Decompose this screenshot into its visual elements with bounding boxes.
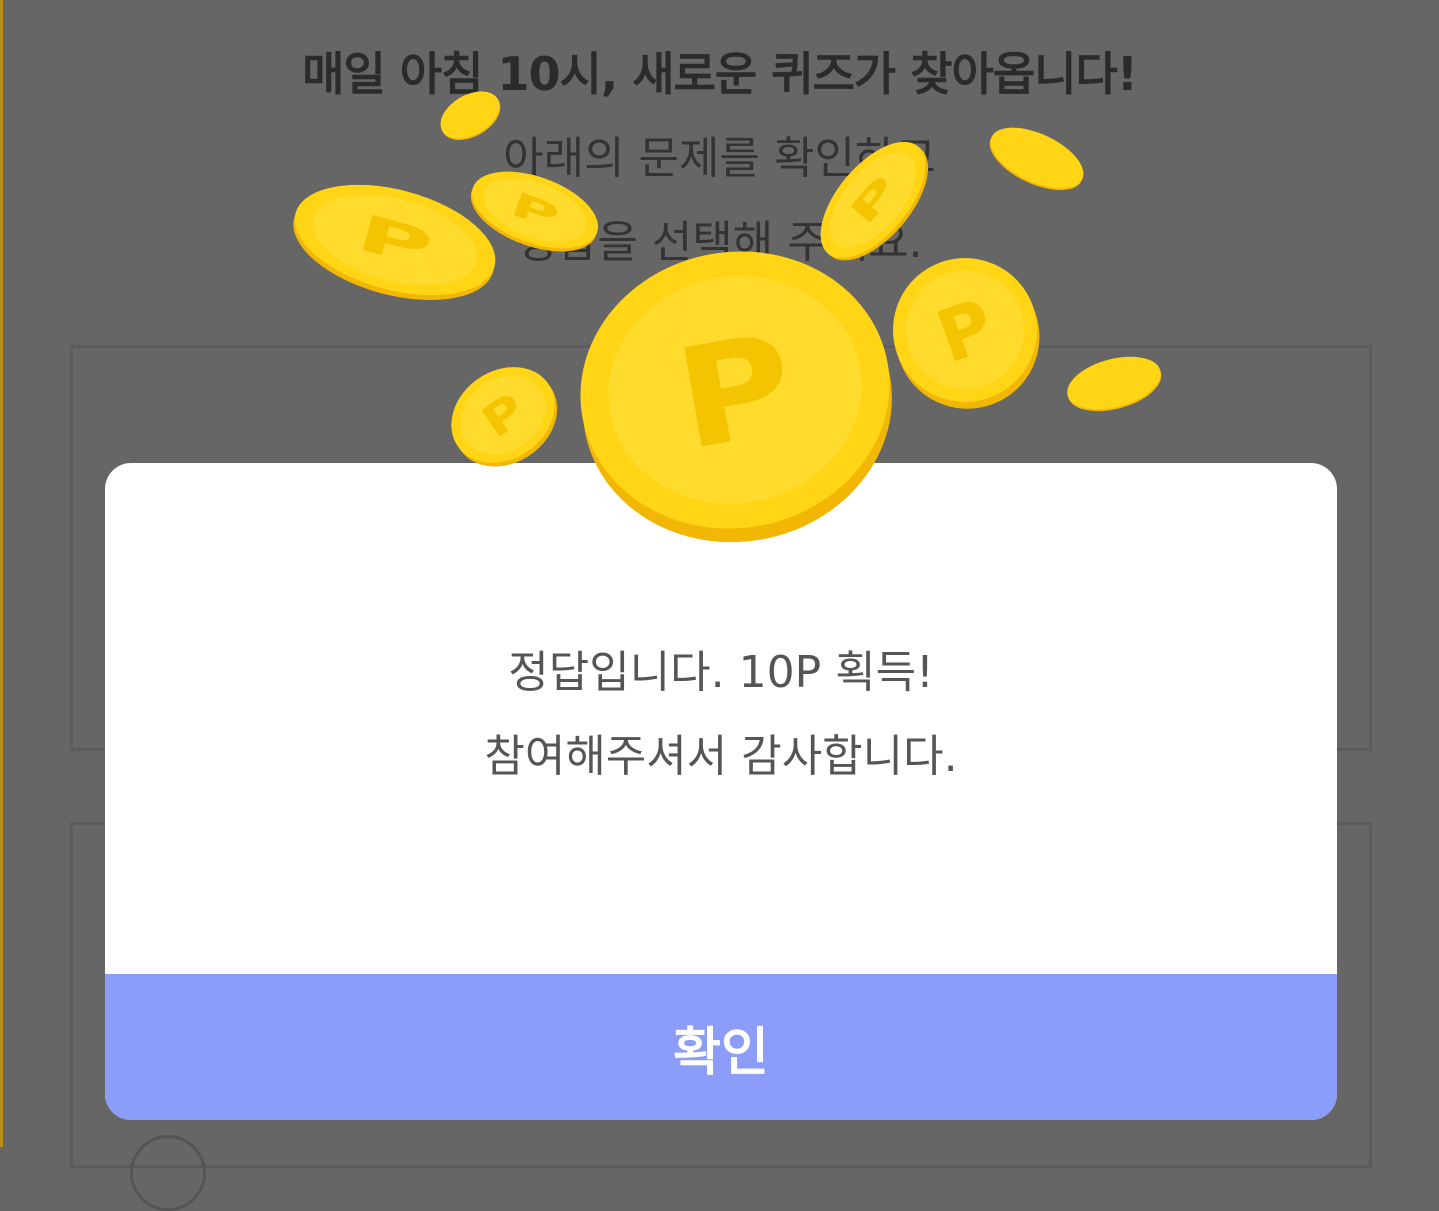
answer-radio <box>130 1135 206 1211</box>
result-message-line2: 참여해주셔서 감사합니다. <box>484 731 958 782</box>
page-subtitle-line1: 아래의 문제를 확인하고 <box>503 133 936 184</box>
page-subtitle-line2: 정답을 선택해 주세요. <box>516 217 923 268</box>
result-message-line1: 정답입니다. 10P 획득! <box>508 647 934 698</box>
result-message: 정답입니다. 10P 획득! 참여해주셔서 감사합니다. <box>105 631 1337 799</box>
result-modal: 정답입니다. 10P 획득! 참여해주셔서 감사합니다. 확인 <box>105 463 1337 1120</box>
page-title: 매일 아침 10시, 새로운 퀴즈가 찾아옵니다! <box>302 47 1138 101</box>
confirm-button[interactable]: 확인 <box>105 974 1337 1120</box>
